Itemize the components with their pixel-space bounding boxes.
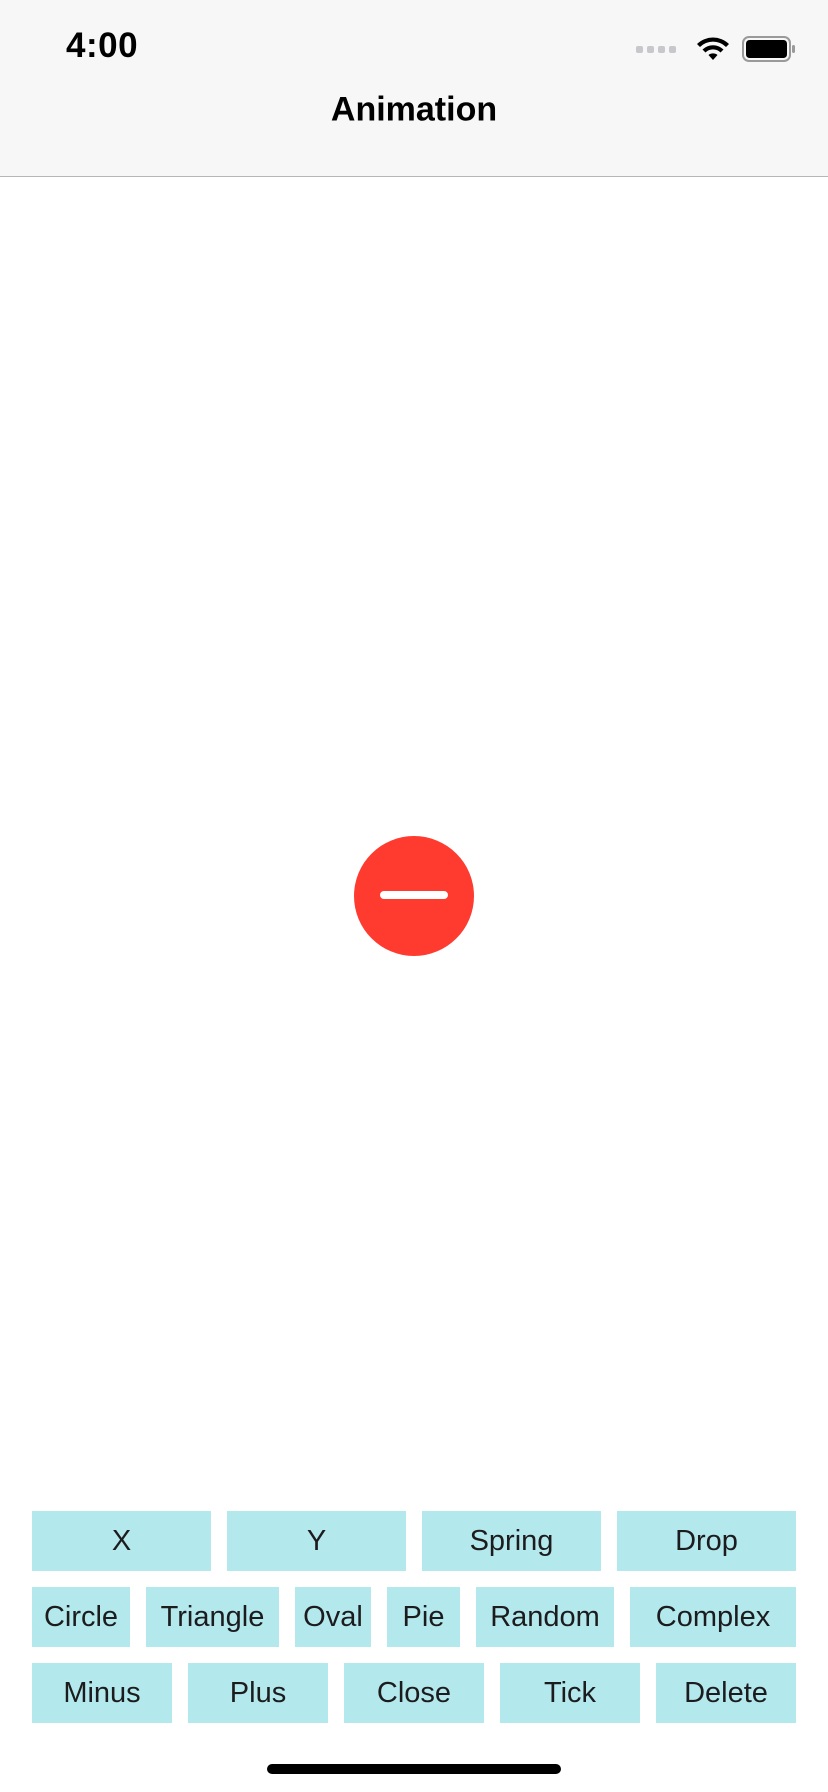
close-button[interactable]: Close (344, 1663, 484, 1723)
y-button[interactable]: Y (227, 1511, 406, 1571)
app-screen: 4:00 Animation X Y Spring Drop Circle Tr… (0, 0, 828, 1792)
x-button[interactable]: X (32, 1511, 211, 1571)
oval-button[interactable]: Oval (295, 1587, 371, 1647)
minus-bar (380, 891, 448, 899)
minus-circle-icon (354, 836, 474, 956)
battery-icon (742, 36, 795, 62)
status-time: 4:00 (66, 26, 139, 65)
tick-button[interactable]: Tick (500, 1663, 640, 1723)
triangle-button[interactable]: Triangle (146, 1587, 279, 1647)
circle-button[interactable]: Circle (32, 1587, 130, 1647)
delete-button[interactable]: Delete (656, 1663, 796, 1723)
home-indicator[interactable] (267, 1764, 561, 1774)
button-row-3: Minus Plus Close Tick Delete (32, 1663, 796, 1723)
spring-button[interactable]: Spring (422, 1511, 601, 1571)
complex-button[interactable]: Complex (630, 1587, 796, 1647)
button-row-1: X Y Spring Drop (32, 1511, 796, 1571)
navigation-bar: 4:00 Animation (0, 0, 828, 177)
plus-button[interactable]: Plus (188, 1663, 328, 1723)
random-button[interactable]: Random (476, 1587, 614, 1647)
cellular-signal-icon (636, 45, 676, 53)
page-title: Animation (330, 90, 498, 129)
wifi-icon (697, 37, 729, 60)
drop-button[interactable]: Drop (617, 1511, 796, 1571)
minus-button[interactable]: Minus (32, 1663, 172, 1723)
status-indicators (636, 34, 796, 64)
pie-button[interactable]: Pie (387, 1587, 460, 1647)
button-row-2: Circle Triangle Oval Pie Random Complex (32, 1587, 796, 1647)
